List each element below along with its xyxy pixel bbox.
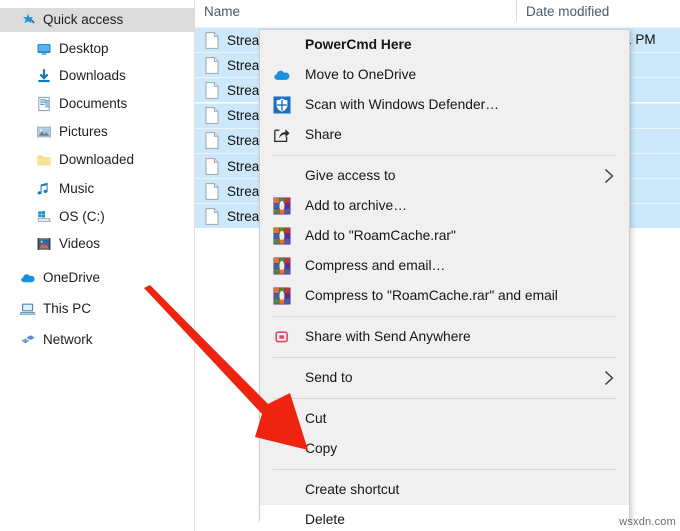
file-icon [205, 207, 219, 225]
menu-item-label: Send to [305, 370, 353, 385]
nav-item-label: Desktop [59, 41, 109, 56]
menu-separator [273, 316, 616, 317]
column-header-row: Name Date modified [195, 0, 680, 23]
winrar-icon [273, 227, 291, 245]
file-icon [205, 56, 219, 74]
nav-item-quick-access[interactable]: Quick access [0, 8, 214, 32]
file-icon [205, 81, 219, 99]
menu-item-create-shortcut[interactable]: Create shortcut [260, 475, 629, 505]
nav-item-network[interactable]: Network [0, 328, 214, 352]
file-explorer-screenshot: Quick access Desktop Downloads Documents Pic… [0, 0, 680, 531]
menu-item-label: Copy [305, 441, 338, 456]
menu-item-share[interactable]: Share [260, 120, 629, 150]
nav-item-label: Quick access [43, 12, 124, 27]
file-icon [205, 107, 219, 124]
desktop-icon [36, 41, 52, 57]
star-pin-icon [20, 12, 36, 28]
videos-icon [36, 236, 52, 252]
column-header-name[interactable]: Name [204, 3, 240, 20]
network-icon [20, 332, 36, 348]
share-icon [273, 126, 291, 144]
winrar-icon [273, 257, 291, 275]
nav-item-onedrive[interactable]: OneDrive [0, 266, 214, 290]
nav-item-label: OneDrive [43, 270, 101, 285]
menu-item-move-to-onedrive[interactable]: Move to OneDrive [260, 60, 629, 90]
menu-item-label: Compress to "RoamCache.rar" and email [305, 288, 558, 303]
menu-item-give-access-to[interactable]: Give access to [260, 161, 629, 191]
menu-item-compress-and-email[interactable]: Compress and email… [260, 251, 629, 281]
chevron-right-icon [604, 168, 615, 184]
nav-item-label: Videos [59, 236, 101, 251]
nav-item-label: Downloaded [59, 152, 135, 167]
menu-item-label: Share with Send Anywhere [305, 329, 471, 344]
defender-icon [273, 96, 291, 114]
navigation-pane: Quick access Desktop Downloads Documents Pic… [0, 0, 214, 531]
menu-item-label: Create shortcut [305, 482, 400, 497]
nav-item-label: Music [59, 181, 95, 196]
nav-item-this-pc[interactable]: This PC [0, 297, 214, 321]
menu-item-label: Cut [305, 411, 327, 426]
nav-item-label: Downloads [59, 68, 126, 83]
nav-item-label: Documents [59, 96, 128, 111]
documents-icon [36, 96, 52, 112]
thispc-icon [20, 301, 36, 317]
music-icon [36, 181, 52, 197]
menu-separator [273, 469, 616, 470]
menu-separator [273, 398, 616, 399]
menu-item-scan-with-windows-defender[interactable]: Scan with Windows Defender… [260, 90, 629, 120]
menu-item-cut[interactable]: Cut [260, 404, 629, 434]
downloads-icon [36, 68, 52, 84]
winrar-icon [273, 287, 291, 305]
drive-icon [36, 209, 52, 225]
nav-item-label: OS (C:) [59, 209, 105, 224]
context-menu: PowerCmd Here Move to OneDrive Scan with W… [259, 29, 630, 531]
menu-item-delete[interactable]: Delete [260, 505, 629, 531]
menu-item-label: PowerCmd Here [305, 37, 412, 52]
column-header-date-modified[interactable]: Date modified [526, 3, 609, 20]
folder-icon [36, 152, 52, 168]
menu-item-send-to[interactable]: Send to [260, 363, 629, 393]
file-icon [205, 157, 219, 175]
nav-item-label: This PC [43, 301, 92, 316]
watermark: wsxdn.com [619, 516, 676, 528]
menu-item-add-to-archive[interactable]: Add to archive… [260, 191, 629, 221]
file-icon [205, 132, 219, 150]
menu-item-add-to-roamcache-rar[interactable]: Add to "RoamCache.rar" [260, 221, 629, 251]
pictures-icon [36, 124, 52, 140]
menu-item-powercmd-here[interactable]: PowerCmd Here [260, 30, 629, 60]
onedrive-icon [20, 270, 36, 286]
menu-item-label: Delete [305, 512, 345, 527]
chevron-right-icon [604, 370, 615, 386]
menu-item-share-with-send-anywhere[interactable]: Share with Send Anywhere [260, 322, 629, 352]
file-icon [205, 31, 219, 49]
nav-item-label: Network [43, 332, 93, 347]
winrar-icon [273, 197, 291, 215]
menu-item-label: Give access to [305, 168, 396, 183]
file-icon [205, 182, 219, 200]
nav-item-label: Pictures [59, 124, 108, 139]
menu-separator [273, 357, 616, 358]
onedrive-icon [273, 66, 291, 84]
menu-item-label: Scan with Windows Defender… [305, 97, 500, 112]
menu-separator [273, 155, 616, 156]
menu-item-copy[interactable]: Copy [260, 434, 629, 464]
sendanywhere-icon [273, 328, 291, 346]
column-divider[interactable] [516, 0, 517, 21]
menu-item-compress-to-roamcache-rar-and-email[interactable]: Compress to "RoamCache.rar" and email [260, 281, 629, 311]
